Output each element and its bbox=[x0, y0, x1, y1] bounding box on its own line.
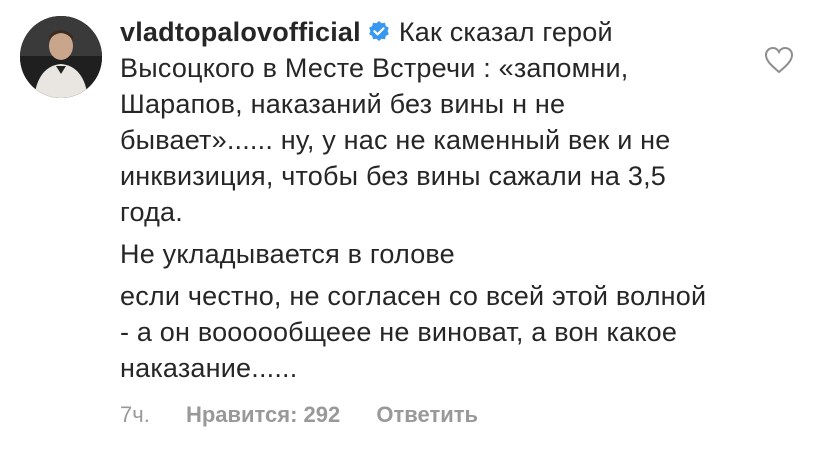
comment-time: 7ч. bbox=[120, 402, 150, 427]
comment: vladtopalovofficial Как сказал герой Высо… bbox=[0, 0, 838, 468]
comment-paragraph-2: Не укладывается в голове bbox=[120, 239, 455, 269]
comment-text-1: Как сказал герой Высоцкого в Месте Встре… bbox=[120, 17, 671, 227]
comment-body: vladtopalovofficial Как сказал герой Высо… bbox=[120, 14, 720, 392]
username[interactable]: vladtopalovofficial bbox=[120, 17, 361, 47]
verified-badge-icon bbox=[369, 21, 389, 41]
heart-icon[interactable] bbox=[764, 46, 794, 74]
comment-meta: 7ч. Нравится: 292 Ответить bbox=[120, 402, 508, 428]
comment-paragraph-3: если честно, не согласен со всей этой во… bbox=[120, 281, 707, 383]
avatar-photo bbox=[20, 16, 102, 98]
comment-paragraph-1: vladtopalovofficial Как сказал герой Высо… bbox=[120, 14, 720, 230]
avatar[interactable] bbox=[20, 16, 102, 98]
likes-count[interactable]: Нравится: 292 bbox=[186, 402, 340, 427]
reply-button[interactable]: Ответить bbox=[376, 402, 478, 427]
